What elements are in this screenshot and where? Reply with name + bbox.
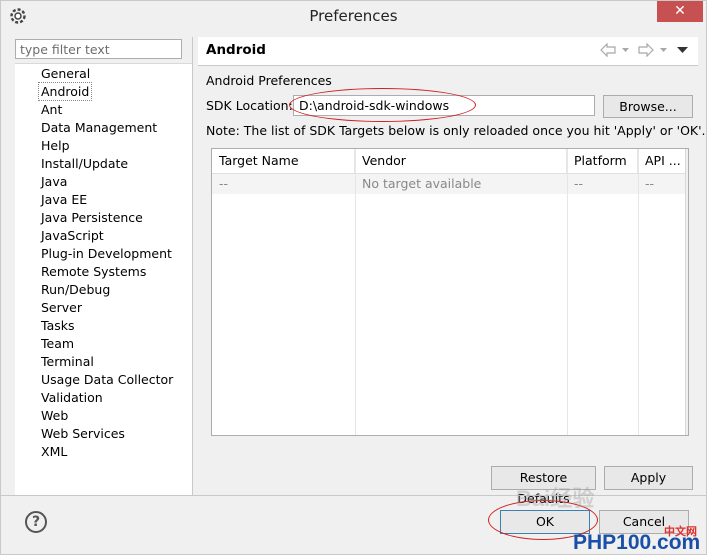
column-header-vendor[interactable]: Vendor	[355, 149, 567, 173]
tree-item-team[interactable]: Team	[39, 335, 76, 352]
tree-item-data-management[interactable]: Data Management	[39, 119, 159, 136]
tree-item-terminal[interactable]: Terminal	[39, 353, 96, 370]
header-separator	[198, 65, 698, 66]
tree-item-usage-data-collector[interactable]: Usage Data Collector	[39, 371, 175, 388]
tree-item-web[interactable]: Web	[39, 407, 70, 424]
page-header: Android	[198, 37, 698, 65]
tree-item-xml[interactable]: XML	[39, 443, 69, 460]
left-arrow-icon[interactable]	[600, 43, 616, 57]
right-arrow-icon[interactable]	[638, 43, 654, 57]
tree-item-android[interactable]: Android	[37, 82, 93, 101]
sdk-note: Note: The list of SDK Targets below is o…	[206, 123, 706, 138]
view-menu-icon[interactable]	[677, 43, 688, 57]
tree-item-javascript[interactable]: JavaScript	[39, 227, 106, 244]
sdk-targets-table[interactable]: Target Name Vendor Platform API ... -- N…	[211, 148, 689, 436]
tree-item-run-debug[interactable]: Run/Debug	[39, 281, 112, 298]
title-bar[interactable]: Preferences ✕	[1, 1, 706, 32]
sdk-location-input[interactable]	[293, 95, 595, 116]
tree-item-plugin-development[interactable]: Plug-in Development	[39, 245, 174, 262]
footer-separator	[1, 495, 706, 496]
tree-item-java-ee[interactable]: Java EE	[39, 191, 89, 208]
tree-item-general[interactable]: General	[39, 65, 92, 82]
tree-item-validation[interactable]: Validation	[39, 389, 105, 406]
column-header-target-name[interactable]: Target Name	[212, 149, 355, 173]
apply-button[interactable]: Apply	[604, 466, 693, 490]
pane-divider[interactable]	[192, 37, 193, 496]
tree-item-remote-systems[interactable]: Remote Systems	[39, 263, 148, 280]
table-scroll-edge[interactable]	[685, 149, 688, 435]
tree-item-server[interactable]: Server	[39, 299, 84, 316]
browse-button[interactable]: Browse...	[603, 95, 693, 118]
cell-target-name: --	[219, 176, 229, 191]
column-header-api[interactable]: API ...	[638, 149, 685, 173]
sdk-location-label: SDK Location:	[206, 98, 293, 113]
filter-input[interactable]	[15, 39, 182, 59]
cell-api: --	[645, 176, 655, 191]
tree-item-ant[interactable]: Ant	[39, 101, 64, 118]
cell-vendor: No target available	[362, 176, 482, 191]
window-title: Preferences	[309, 7, 398, 25]
tree-item-web-services[interactable]: Web Services	[39, 425, 127, 442]
android-preferences-heading: Android Preferences	[206, 73, 332, 88]
tree-item-java[interactable]: Java	[39, 173, 69, 190]
column-header-platform[interactable]: Platform	[567, 149, 638, 173]
tree-item-java-persistence[interactable]: Java Persistence	[39, 209, 145, 226]
help-icon[interactable]: ?	[25, 511, 47, 533]
tree-item-tasks[interactable]: Tasks	[39, 317, 77, 334]
baidu-watermark: Bai经验	[516, 486, 595, 511]
chevron-down-icon[interactable]	[659, 43, 668, 57]
preference-tree: General Android Ant Data Management Help…	[15, 63, 192, 496]
close-button[interactable]: ✕	[657, 1, 703, 22]
php100-watermark: PHP100.com	[573, 531, 701, 554]
preferences-window: Preferences ✕ General Android Ant Data M…	[0, 0, 707, 555]
page-title: Android	[206, 42, 266, 58]
tree-item-help[interactable]: Help	[39, 137, 72, 154]
chevron-down-icon[interactable]	[621, 43, 630, 57]
tree-item-install-update[interactable]: Install/Update	[39, 155, 130, 172]
cell-platform: --	[574, 176, 584, 191]
